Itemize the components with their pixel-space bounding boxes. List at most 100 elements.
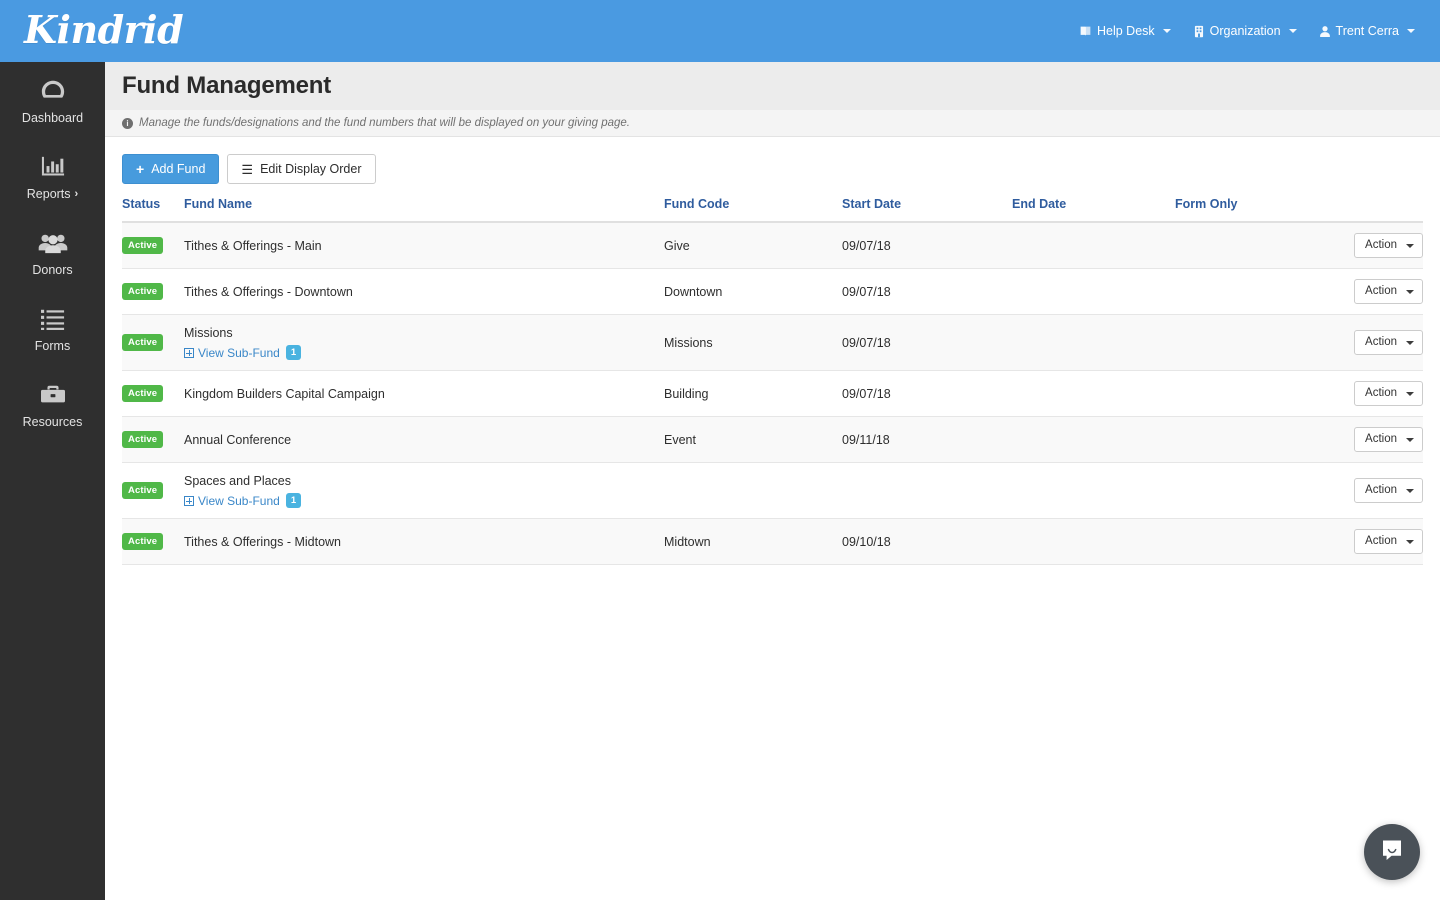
- action-dropdown-button[interactable]: Action: [1354, 381, 1423, 406]
- header-end-date: End Date: [1012, 197, 1175, 223]
- chevron-right-icon: ›: [74, 188, 79, 200]
- action-dropdown-button[interactable]: Action: [1354, 279, 1423, 304]
- funds-table-body: Active Tithes & Offerings - Main Give 09/07…: [122, 222, 1423, 565]
- action-label: Action: [1365, 535, 1397, 547]
- cell-end-date: [1012, 462, 1175, 519]
- cell-end-date: [1012, 268, 1175, 315]
- cell-fund-name: Tithes & Offerings - Downtown: [184, 268, 664, 315]
- cell-end-date: [1012, 222, 1175, 269]
- cell-form-only: [1175, 518, 1345, 565]
- fund-name-text: Kingdom Builders Capital Campaign: [184, 386, 385, 401]
- sidebar-item-donors[interactable]: Donors: [0, 214, 105, 290]
- cell-status: Active: [122, 314, 184, 371]
- funds-table-head: Status Fund Name Fund Code Start Date En…: [122, 197, 1423, 223]
- action-label: Action: [1365, 387, 1397, 399]
- list-icon: [40, 304, 66, 334]
- cell-end-date: [1012, 314, 1175, 371]
- cell-status: Active: [122, 518, 184, 565]
- sidebar-item-dashboard[interactable]: Dashboard: [0, 62, 105, 138]
- cell-fund-name: Tithes & Offerings - Main: [184, 222, 664, 269]
- cell-fund-code: Downtown: [664, 268, 842, 315]
- funds-table: Status Fund Name Fund Code Start Date En…: [122, 197, 1423, 565]
- top-header-bar: Kindrid Help Desk Organization Trent Cer…: [0, 0, 1440, 62]
- left-sidebar: Dashboard Reports › Donors Forms Resourc…: [0, 62, 105, 900]
- plus-icon: +: [136, 161, 145, 177]
- cell-status: Active: [122, 462, 184, 519]
- action-label: Action: [1365, 239, 1397, 251]
- action-dropdown-button[interactable]: Action: [1354, 233, 1423, 258]
- action-dropdown-button[interactable]: Action: [1354, 330, 1423, 355]
- cell-fund-name: Missions View Sub-Fund 1: [184, 314, 664, 371]
- cell-form-only: [1175, 222, 1345, 269]
- info-icon: i: [122, 117, 133, 129]
- top-navigation: Help Desk Organization Trent Cerra: [1068, 0, 1426, 62]
- view-sub-fund-link[interactable]: View Sub-Fund: [184, 346, 280, 360]
- table-row: Active Tithes & Offerings - Downtown Downt…: [122, 268, 1423, 315]
- nav-help-desk[interactable]: Help Desk: [1068, 17, 1182, 45]
- fund-name-text: Tithes & Offerings - Main: [184, 238, 322, 253]
- info-banner-text: Manage the funds/designations and the fu…: [139, 117, 630, 129]
- add-fund-button[interactable]: + Add Fund: [122, 154, 220, 184]
- table-row: Active Tithes & Offerings - Midtown Midtow…: [122, 518, 1423, 565]
- cell-start-date: [842, 462, 1012, 519]
- nav-organization[interactable]: Organization: [1182, 17, 1308, 45]
- cell-status: Active: [122, 370, 184, 417]
- cell-start-date: 09/07/18: [842, 370, 1012, 417]
- chevron-down-icon: [1406, 289, 1414, 294]
- cell-end-date: [1012, 518, 1175, 565]
- chevron-down-icon: [1406, 391, 1414, 396]
- edit-display-order-button[interactable]: ☰ Edit Display Order: [227, 154, 376, 184]
- sidebar-item-reports[interactable]: Reports ›: [0, 138, 105, 214]
- action-dropdown-button[interactable]: Action: [1354, 427, 1423, 452]
- chevron-down-icon: [1406, 488, 1414, 493]
- funds-table-container: Status Fund Name Fund Code Start Date En…: [105, 184, 1440, 565]
- table-row: Active Kingdom Builders Capital Campaign B…: [122, 370, 1423, 417]
- kindrid-logo[interactable]: Kindrid: [24, 6, 184, 54]
- cell-status: Active: [122, 416, 184, 463]
- status-badge: Active: [122, 482, 164, 499]
- edit-display-order-label: Edit Display Order: [260, 162, 362, 176]
- chevron-down-icon: [1406, 539, 1414, 544]
- cell-action: Action: [1345, 462, 1423, 519]
- fund-name-text: Tithes & Offerings - Downtown: [184, 284, 353, 299]
- action-label: Action: [1365, 433, 1397, 445]
- chat-launcher-button[interactable]: [1364, 824, 1420, 880]
- sub-fund-row: View Sub-Fund 1: [184, 493, 664, 508]
- plus-box-icon: [184, 495, 194, 506]
- cell-action: Action: [1345, 314, 1423, 371]
- fund-name-text: Tithes & Offerings - Midtown: [184, 534, 342, 549]
- people-icon: [38, 228, 68, 258]
- chevron-down-icon: [1162, 29, 1171, 33]
- cell-fund-code: Midtown: [664, 518, 842, 565]
- status-badge: Active: [122, 334, 164, 351]
- info-banner: i Manage the funds/designations and the …: [105, 110, 1440, 137]
- nav-user-label: Trent Cerra: [1335, 24, 1399, 38]
- fund-name-text: Missions: [184, 326, 233, 340]
- cell-action: Action: [1345, 268, 1423, 315]
- gauge-icon: [39, 76, 67, 106]
- view-sub-fund-link[interactable]: View Sub-Fund: [184, 494, 280, 508]
- action-dropdown-button[interactable]: Action: [1354, 478, 1423, 503]
- action-label: Action: [1365, 336, 1397, 348]
- book-icon: [1079, 25, 1092, 38]
- action-dropdown-button[interactable]: Action: [1354, 529, 1423, 554]
- sub-fund-row: View Sub-Fund 1: [184, 345, 664, 360]
- header-action: [1345, 197, 1423, 223]
- cell-status: Active: [122, 222, 184, 269]
- cell-start-date: 09/11/18: [842, 416, 1012, 463]
- sub-fund-count-badge: 1: [285, 345, 302, 360]
- table-row: Active Missions View Sub-Fund 1 Missions 09/0…: [122, 314, 1423, 371]
- fund-name-text: Spaces and Places: [184, 474, 292, 488]
- sidebar-item-forms[interactable]: Forms: [0, 290, 105, 366]
- cell-action: Action: [1345, 222, 1423, 269]
- sidebar-item-resources[interactable]: Resources: [0, 366, 105, 442]
- cell-action: Action: [1345, 370, 1423, 417]
- nav-help-desk-label: Help Desk: [1097, 24, 1155, 38]
- table-row: Active Annual Conference Event 09/11/18 Acti…: [122, 416, 1423, 463]
- cell-form-only: [1175, 314, 1345, 371]
- main-content: Fund Management i Manage the funds/desig…: [105, 62, 1440, 900]
- nav-user-menu[interactable]: Trent Cerra: [1308, 17, 1426, 45]
- view-sub-fund-label: View Sub-Fund: [198, 493, 280, 508]
- status-badge: Active: [122, 385, 164, 402]
- header-status: Status: [122, 197, 184, 223]
